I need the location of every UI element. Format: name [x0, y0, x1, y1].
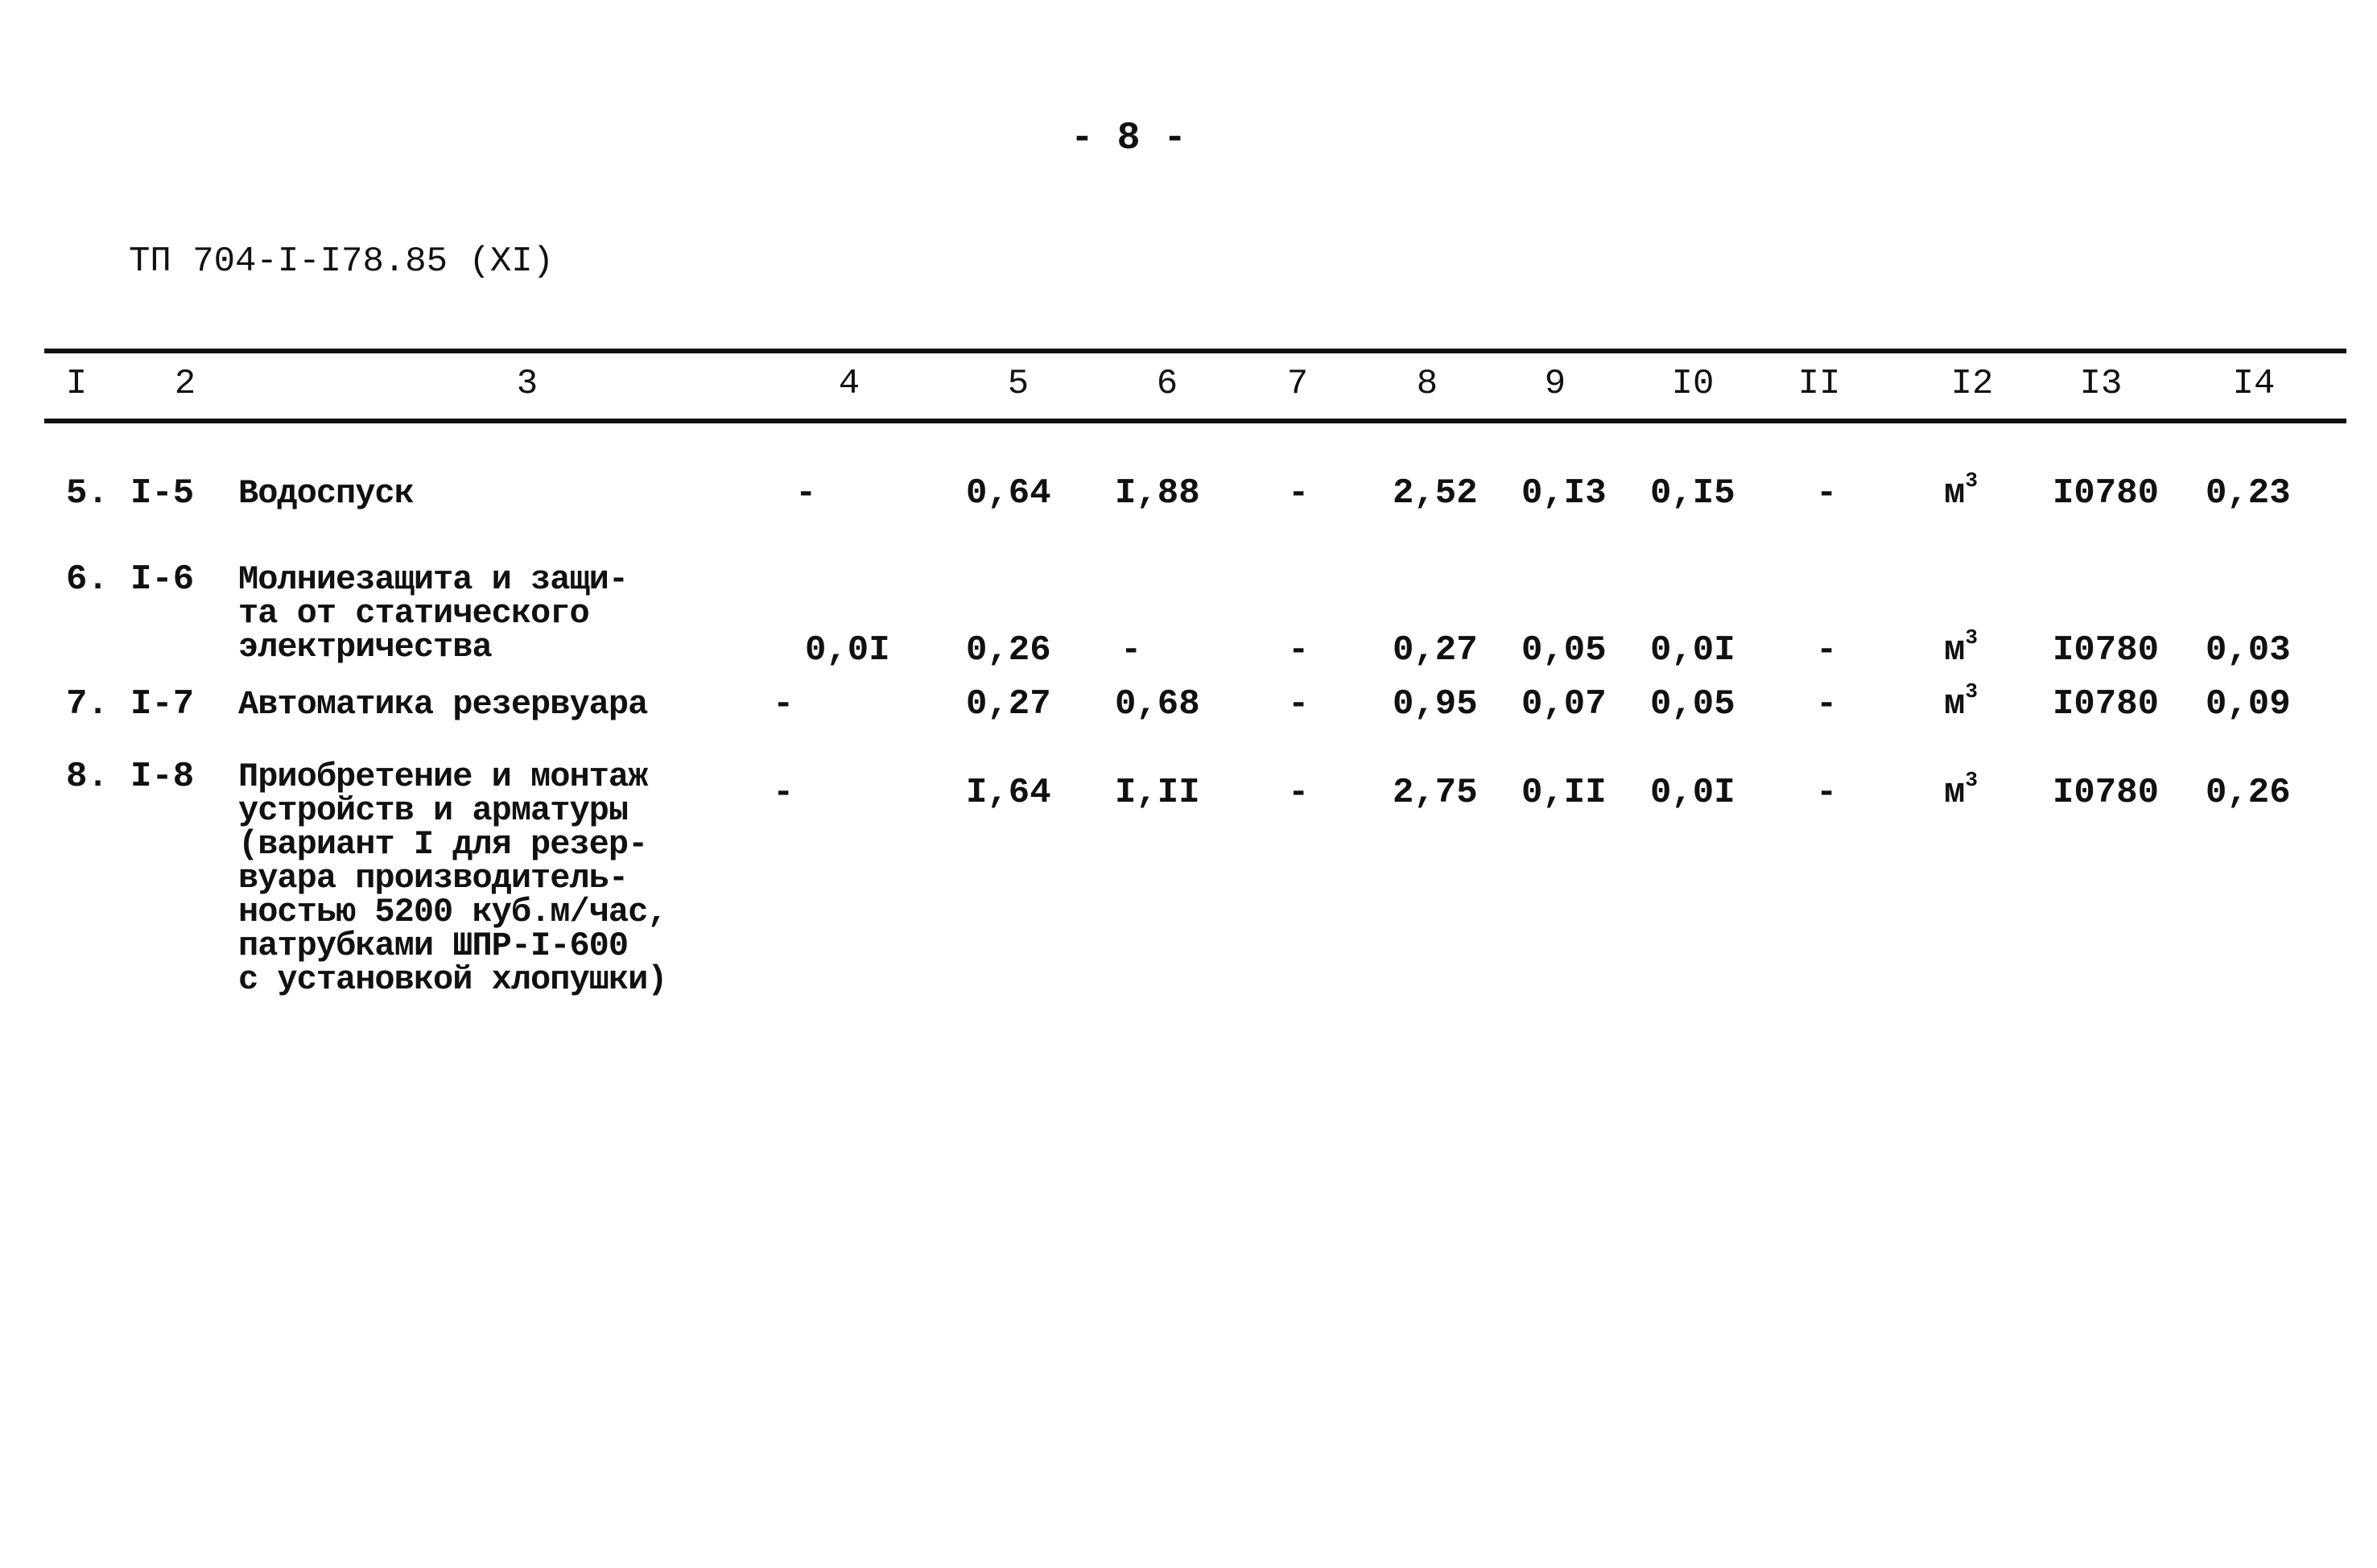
row-value-c14: 0,03: [2206, 630, 2291, 671]
row-value-c11: -: [1816, 630, 1838, 671]
row-value-c8: 2,52: [1393, 473, 1478, 514]
row-code: I-8: [130, 757, 195, 797]
row-value-c9: 0,I3: [1521, 473, 1607, 514]
row-value-c10: 0,0I: [1650, 630, 1735, 671]
row-code: I-5: [130, 473, 195, 514]
row-value-c8: 0,95: [1393, 684, 1478, 724]
header-col-11: II: [1797, 364, 1841, 404]
table-top-rule: [44, 349, 2346, 353]
row-value-c6: I,II: [1115, 773, 1200, 813]
header-col-3: 3: [516, 364, 539, 404]
row-unit: м3: [1944, 468, 1978, 514]
row-value-c13: I0780: [2053, 473, 2160, 514]
row-description-line: (вариант I для резер-: [238, 825, 648, 864]
row-value-c14: 0,26: [2206, 773, 2291, 813]
row-value-c5: 0,64: [966, 473, 1051, 514]
row-value-c4: -: [773, 773, 794, 813]
row-unit: м3: [1944, 768, 1978, 813]
row-value-c14: 0,23: [2206, 473, 2291, 514]
row-value-c10: 0,05: [1650, 684, 1735, 724]
row-value-c4: -: [773, 684, 794, 724]
row-number: 7.: [66, 684, 109, 724]
header-col-6: 6: [1156, 364, 1178, 404]
row-code: I-6: [130, 559, 195, 600]
row-value-c11: -: [1816, 684, 1838, 724]
unit-exponent: 3: [1965, 679, 1979, 704]
unit-exponent: 3: [1965, 625, 1979, 650]
row-description-line: Приобретение и монтаж: [238, 757, 648, 796]
page-number: - 8 -: [1071, 117, 1187, 160]
row-value-c10: 0,0I: [1650, 773, 1735, 813]
header-col-9: 9: [1544, 364, 1566, 404]
header-col-1: I: [65, 364, 88, 404]
row-value-c7: -: [1288, 773, 1310, 813]
row-unit: м3: [1944, 625, 1978, 671]
row-value-c9: 0,07: [1521, 684, 1607, 724]
header-col-12: I2: [1950, 364, 1994, 404]
row-value-c7: -: [1288, 473, 1310, 514]
row-value-c13: I0780: [2053, 773, 2160, 813]
row-value-c8: 2,75: [1393, 773, 1478, 813]
unit-exponent: 3: [1965, 768, 1979, 792]
row-value-c8: 0,27: [1393, 630, 1478, 671]
document-code: ТП 704-I-I78.85 (XI): [129, 241, 555, 282]
row-value-c13: I0780: [2053, 630, 2160, 671]
row-value-c9: 0,05: [1521, 630, 1607, 671]
row-value-c5: 0,26: [966, 630, 1051, 671]
row-description-line: Молниезащита и защи-: [238, 560, 629, 599]
row-value-c13: I0780: [2053, 684, 2160, 724]
row-description-line: с установкой хлопушки): [238, 960, 667, 999]
row-value-c5: 0,27: [966, 684, 1051, 724]
row-value-c6: -: [1120, 630, 1142, 671]
unit-exponent: 3: [1965, 468, 1979, 493]
header-col-13: I3: [2079, 364, 2123, 404]
row-number: 8.: [66, 757, 109, 797]
unit-symbol: м: [1944, 773, 1966, 813]
header-col-14: I4: [2232, 364, 2276, 404]
table-header-rule: [44, 419, 2346, 423]
row-number: 5.: [66, 473, 109, 514]
header-col-10: I0: [1671, 364, 1715, 404]
row-number: 6.: [66, 559, 109, 600]
row-value-c14: 0,09: [2206, 684, 2291, 724]
row-value-c4: 0,0I: [805, 630, 890, 671]
row-value-c5: I,64: [966, 773, 1051, 813]
row-description-line: Автоматика резервуара: [238, 685, 648, 724]
header-col-5: 5: [1007, 364, 1030, 404]
row-value-c7: -: [1288, 630, 1310, 671]
row-value-c10: 0,I5: [1650, 473, 1735, 514]
header-col-4: 4: [838, 364, 860, 404]
unit-symbol: м: [1944, 630, 1966, 671]
row-description-line: та от статического: [238, 594, 590, 633]
row-value-c9: 0,II: [1521, 773, 1607, 813]
row-value-c6: I,88: [1115, 473, 1200, 514]
row-description-line: электричества: [238, 628, 493, 666]
row-value-c11: -: [1816, 773, 1838, 813]
row-description-line: ностью 5200 куб.м/час,: [238, 893, 667, 931]
unit-symbol: м: [1944, 473, 1966, 514]
row-value-c11: -: [1816, 473, 1838, 514]
header-col-8: 8: [1416, 364, 1438, 404]
header-col-7: 7: [1286, 364, 1309, 404]
unit-symbol: м: [1944, 684, 1966, 724]
row-description-line: Водоспуск: [238, 474, 415, 513]
row-description-line: вуара производитель-: [238, 859, 629, 897]
row-value-c4: -: [795, 473, 817, 514]
row-value-c6: 0,68: [1115, 684, 1200, 724]
row-description-line: патрубками ШПР-I-600: [238, 926, 629, 965]
row-value-c7: -: [1288, 684, 1310, 724]
row-code: I-7: [130, 684, 195, 724]
row-description-line: устройств и арматуры: [238, 791, 629, 830]
header-col-2: 2: [174, 364, 196, 404]
row-unit: м3: [1944, 679, 1978, 724]
